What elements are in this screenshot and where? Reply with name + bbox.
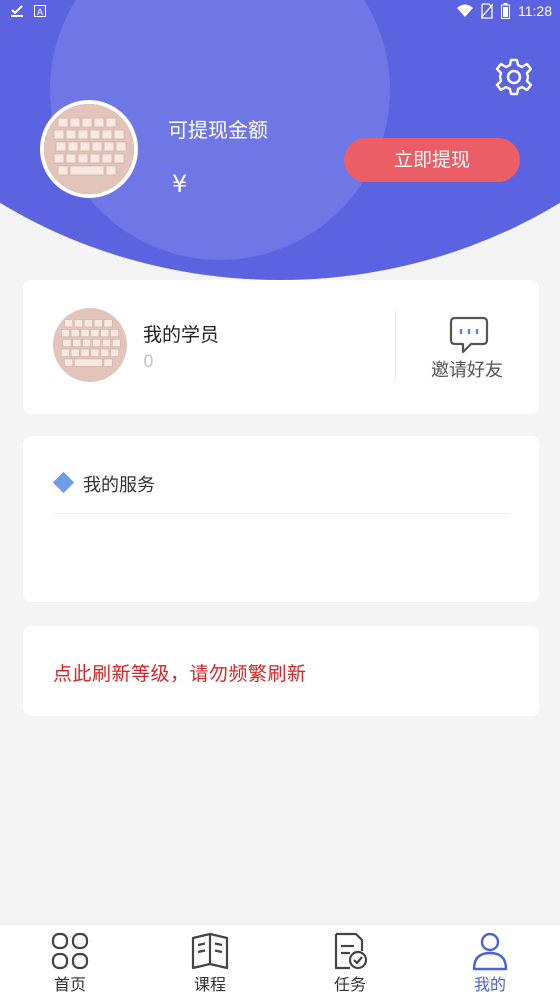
student-avatar[interactable] xyxy=(53,308,127,382)
services-title: 我的服务 xyxy=(83,475,155,496)
students-count: 0 xyxy=(143,352,154,372)
tab-mine[interactable]: 我的 xyxy=(420,925,560,998)
no-sim-icon xyxy=(481,3,493,19)
refresh-level-card[interactable]: 点此刷新等级，请勿频繁刷新 xyxy=(23,626,539,716)
grid-icon xyxy=(51,932,89,970)
person-icon xyxy=(472,932,508,971)
svg-text:A: A xyxy=(37,7,43,17)
tab-label: 首页 xyxy=(53,975,86,994)
tab-courses[interactable]: 课程 xyxy=(140,925,280,998)
balance-label: 可提现金额 xyxy=(168,118,268,142)
battery-icon xyxy=(501,3,510,19)
chat-bubble-icon[interactable] xyxy=(449,316,489,354)
wifi-icon xyxy=(457,4,473,17)
diamond-icon xyxy=(52,471,75,494)
gear-icon[interactable] xyxy=(494,57,534,97)
download-done-icon xyxy=(11,5,23,17)
divider xyxy=(53,513,509,514)
services-card: 我的服务 xyxy=(23,436,539,602)
task-icon xyxy=(334,932,368,970)
students-card: 我的学员 0 邀请好友 xyxy=(23,280,539,414)
a-badge-icon: A xyxy=(34,5,46,17)
tab-tasks[interactable]: 任务 xyxy=(280,925,420,998)
status-time: 11:28 xyxy=(518,3,552,19)
keyboard-avatar-image xyxy=(53,308,127,382)
invite-friends-button[interactable]: 邀请好友 xyxy=(431,356,503,382)
divider xyxy=(395,310,396,382)
status-bar: A 11:28 xyxy=(0,0,560,24)
tab-label: 课程 xyxy=(193,975,226,994)
balance-currency: ¥ xyxy=(172,170,188,198)
tab-home[interactable]: 首页 xyxy=(0,925,140,998)
students-title[interactable]: 我的学员 xyxy=(143,320,219,347)
avatar[interactable] xyxy=(40,100,138,198)
tab-label: 任务 xyxy=(333,975,366,994)
tab-label: 我的 xyxy=(473,975,506,994)
refresh-level-link[interactable]: 点此刷新等级，请勿频繁刷新 xyxy=(53,659,307,686)
withdraw-button[interactable]: 立即提现 xyxy=(344,138,520,182)
bottom-tab-bar: 首页 课程 任务 我的 xyxy=(0,924,560,998)
keyboard-avatar-image xyxy=(44,104,134,194)
book-icon xyxy=(191,932,229,970)
